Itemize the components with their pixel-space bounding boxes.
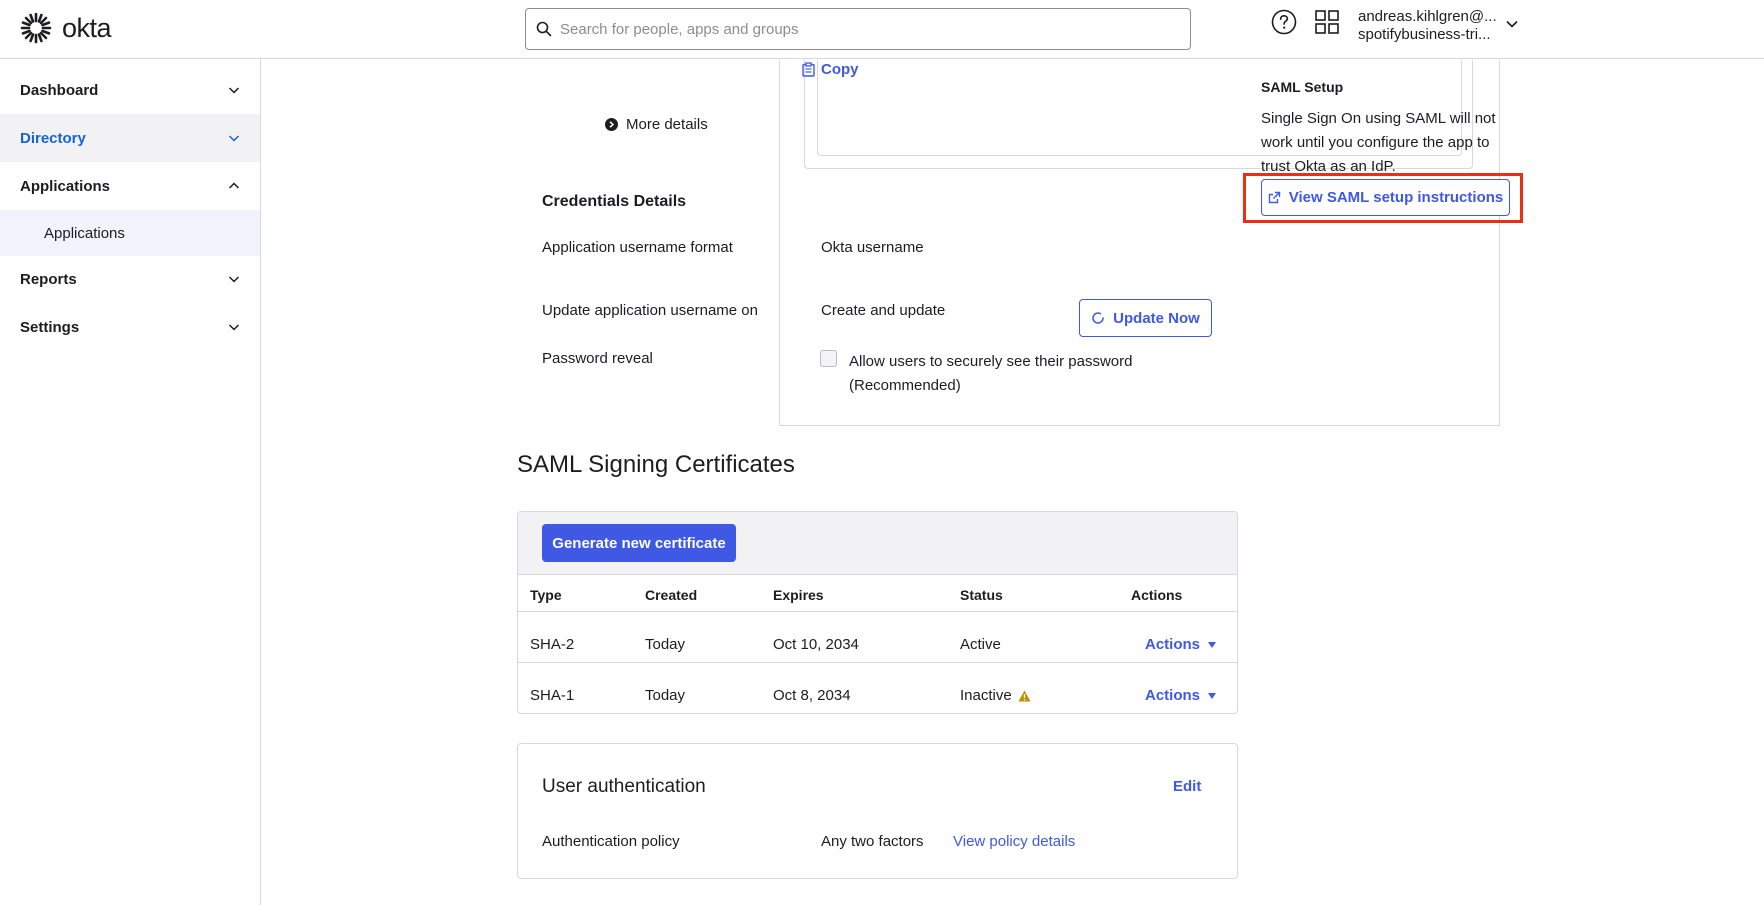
update-now-button[interactable]: Update Now <box>1079 299 1212 337</box>
refresh-icon <box>1092 312 1104 324</box>
more-details-label: More details <box>626 116 708 133</box>
credentials-heading: Credentials Details <box>542 193 687 210</box>
sidebar-item-label: Dashboard <box>20 81 99 99</box>
auth-policy-value: Any two factors <box>821 833 924 850</box>
sidebar-item-applications[interactable]: Applications <box>0 162 260 210</box>
user-authentication-card: User authentication Edit Authentication … <box>517 743 1238 879</box>
sidebar-item-settings[interactable]: Settings <box>0 303 260 351</box>
update-now-label: Update Now <box>1113 309 1200 327</box>
saml-setup-description: Single Sign On using SAML will not work … <box>1261 110 1496 175</box>
row-actions-dropdown[interactable]: Actions <box>1145 687 1217 704</box>
column-header-created: Created <box>645 587 698 603</box>
username-format-label: Application username format <box>542 239 733 256</box>
cell-expires: Oct 8, 2034 <box>773 687 851 704</box>
certificates-toolbar: Generate new certificate <box>518 512 1237 575</box>
main-content: Copy More details Credentials Details Ap… <box>262 60 1764 905</box>
caret-down-icon <box>1208 641 1217 648</box>
sidebar-item-label: Settings <box>20 318 80 336</box>
sidebar-item-reports[interactable]: Reports <box>0 255 260 303</box>
saml-setup-title: SAML Setup <box>1261 79 1344 95</box>
password-reveal-label: Password reveal <box>542 350 653 367</box>
app-switcher-button[interactable] <box>1315 10 1339 34</box>
grid-icon <box>1315 10 1339 34</box>
user-org: spotifybusiness-tri... <box>1358 26 1491 43</box>
sidebar-item-dashboard[interactable]: Dashboard <box>0 66 260 114</box>
chevron-down-icon <box>228 324 240 331</box>
sidebar-item-directory[interactable]: Directory <box>0 114 260 162</box>
cell-created: Today <box>645 636 686 653</box>
warning-icon <box>1018 690 1031 701</box>
sidebar-subitem-applications[interactable]: Applications <box>0 210 260 256</box>
more-details-toggle[interactable]: More details <box>605 116 708 133</box>
logo-text: okta <box>62 12 112 43</box>
password-reveal-text: Allow users to securely see their passwo… <box>849 353 1133 370</box>
sidebar-subitem-label: Applications <box>44 224 125 242</box>
cell-status: Active <box>960 636 1001 653</box>
row-actions-dropdown[interactable]: Actions <box>1145 636 1217 653</box>
okta-sunburst-icon <box>20 12 52 44</box>
global-search[interactable] <box>525 8 1191 50</box>
column-header-actions: Actions <box>1131 587 1183 603</box>
row-divider <box>518 611 1237 612</box>
view-saml-instructions-label: View SAML setup instructions <box>1288 189 1504 206</box>
certificates-table: Generate new certificate Type Created Ex… <box>517 511 1238 714</box>
edit-link[interactable]: Edit <box>1173 778 1201 795</box>
clipboard-icon <box>802 62 815 77</box>
sidebar-item-label: Applications <box>20 177 111 195</box>
certificates-heading: SAML Signing Certificates <box>517 451 795 478</box>
password-reveal-option[interactable]: Allow users to securely see their passwo… <box>849 350 1132 398</box>
caret-down-icon <box>1208 692 1217 699</box>
username-format-value: Okta username <box>821 239 924 256</box>
help-button[interactable] <box>1271 9 1297 35</box>
chevron-down-icon <box>228 276 240 283</box>
actions-label: Actions <box>1145 636 1201 653</box>
user-menu[interactable]: andreas.kihlgren@... spotifybusiness-tri… <box>1358 8 1497 44</box>
cell-created: Today <box>645 687 686 704</box>
cell-status: Inactive <box>960 687 1031 704</box>
update-username-label: Update application username on <box>542 302 758 319</box>
column-header-status: Status <box>960 587 1003 603</box>
user-email: andreas.kihlgren@... <box>1358 8 1497 25</box>
chevron-right-circle-icon <box>605 118 618 131</box>
actions-label: Actions <box>1145 687 1201 704</box>
view-policy-link[interactable]: View policy details <box>953 833 1075 850</box>
cell-type: SHA-1 <box>530 687 575 704</box>
sidebar-item-label: Reports <box>20 270 77 288</box>
search-input[interactable] <box>560 20 1160 38</box>
column-header-expires: Expires <box>773 587 824 603</box>
external-link-icon <box>1268 191 1280 204</box>
column-header-type: Type <box>530 587 562 603</box>
cell-expires: Oct 10, 2034 <box>773 636 859 653</box>
search-icon <box>536 21 552 37</box>
user-auth-heading: User authentication <box>542 776 706 797</box>
password-reveal-note: (Recommended) <box>849 377 961 394</box>
row-divider <box>518 662 1237 663</box>
view-saml-instructions-button[interactable]: View SAML setup instructions <box>1261 179 1510 216</box>
chevron-up-icon <box>228 182 240 189</box>
chevron-down-icon[interactable] <box>1505 17 1519 31</box>
status-text: Inactive <box>960 687 1012 704</box>
generate-certificate-button[interactable]: Generate new certificate <box>542 524 736 562</box>
top-bar: okta andreas.kihlgren@... spotifybusines… <box>0 0 1764 59</box>
update-username-value: Create and update <box>821 302 946 319</box>
sidebar: Dashboard Directory Applications Applica… <box>0 59 261 905</box>
chevron-down-icon <box>228 135 240 142</box>
password-reveal-checkbox[interactable] <box>820 350 837 367</box>
question-circle-icon <box>1271 9 1297 35</box>
okta-logo[interactable]: okta <box>20 12 112 44</box>
sidebar-item-label: Directory <box>20 129 86 147</box>
copy-button[interactable]: Copy <box>802 61 859 78</box>
auth-policy-label: Authentication policy <box>542 833 680 850</box>
cell-type: SHA-2 <box>530 636 575 653</box>
copy-label: Copy <box>821 61 859 78</box>
chevron-down-icon <box>228 87 240 94</box>
